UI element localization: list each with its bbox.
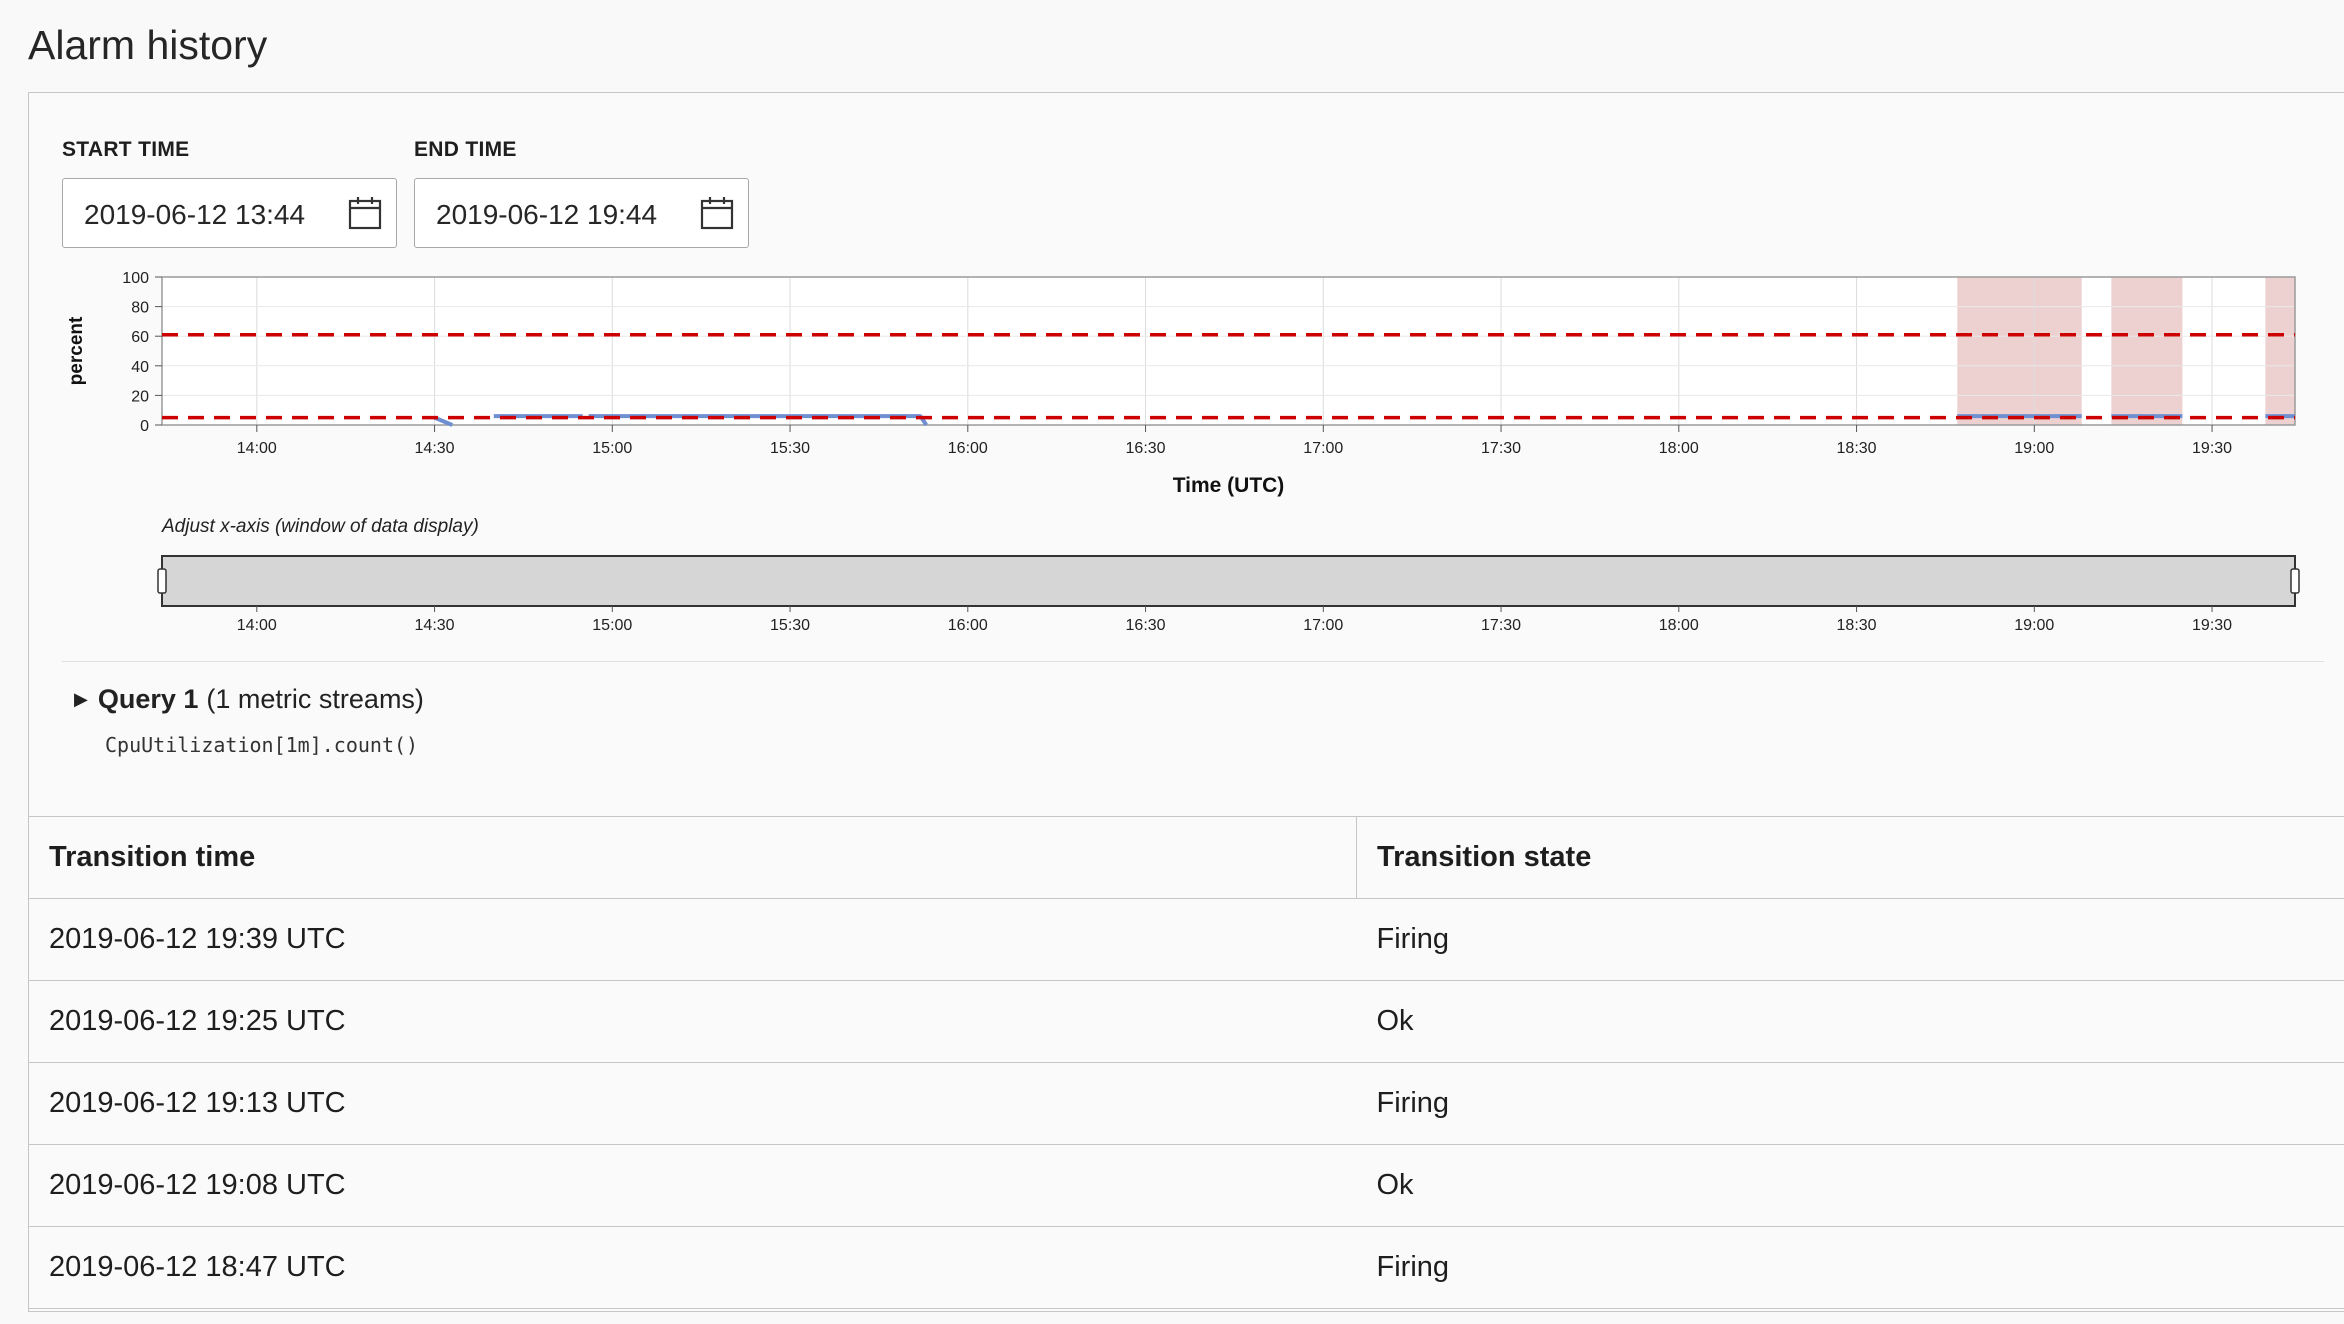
slider-tick-label: 15:00 — [592, 617, 632, 634]
y-tick-label: 0 — [140, 418, 149, 435]
table-row: 2019-06-12 19:08 UTC Ok — [28, 1144, 2344, 1227]
slider-tick-label: 16:30 — [1126, 617, 1166, 634]
slider-tick-label: 18:00 — [1659, 617, 1699, 634]
y-tick-label: 100 — [122, 270, 149, 287]
firing-band — [2111, 277, 2183, 425]
query-streams: (1 metric streams) — [206, 684, 424, 714]
metric-chart: 0 20 40 60 80 100 14:00 14:30 15:00 15:30 16:00 16:… — [66, 270, 2300, 634]
transition-time-cell: 2019-06-12 18:47 UTC — [28, 1226, 1357, 1309]
transition-state-cell: Firing — [1356, 1226, 2344, 1309]
transition-state-cell: Firing — [1356, 898, 2344, 981]
table-row: 2019-06-12 18:47 UTC Firing — [28, 1226, 2344, 1309]
divider — [62, 661, 2324, 662]
y-tick-label: 80 — [131, 300, 149, 317]
slider-tick-label: 14:30 — [415, 617, 455, 634]
x-tick-label: 18:00 — [1659, 440, 1699, 457]
slider-handle[interactable] — [2290, 568, 2300, 594]
x-tick-label: 19:00 — [2014, 440, 2054, 457]
x-tick-label: 15:00 — [592, 440, 632, 457]
transitions-table: Transition time Transition state 2019-06… — [28, 816, 2344, 1309]
firing-band — [2265, 277, 2295, 425]
transition-time-cell: 2019-06-12 19:25 UTC — [28, 980, 1357, 1063]
slider-tick-label: 19:30 — [2192, 617, 2232, 634]
query-expression: CpuUtilization[1m].count() — [105, 733, 419, 757]
transition-state-cell: Ok — [1356, 980, 2344, 1063]
x-tick-label: 17:00 — [1303, 440, 1343, 457]
slider-tick-label: 18:30 — [1837, 617, 1877, 634]
table-header-row: Transition time Transition state — [28, 816, 2344, 899]
query-toggle[interactable]: ▶ Query 1 (1 metric streams) — [74, 684, 424, 715]
y-tick-label: 20 — [131, 388, 149, 405]
x-tick-label: 15:30 — [770, 440, 810, 457]
x-tick-label: 16:30 — [1126, 440, 1166, 457]
x-axis-slider[interactable] — [161, 555, 2296, 607]
transition-time-cell: 2019-06-12 19:13 UTC — [28, 1062, 1357, 1145]
column-header-transition-state[interactable]: Transition state — [1356, 816, 2344, 899]
transition-state-cell: Ok — [1356, 1144, 2344, 1227]
firing-band — [1957, 277, 2082, 425]
x-tick-label: 14:30 — [415, 440, 455, 457]
x-axis-title: Time (UTC) — [1173, 474, 1285, 497]
slider-tick-label: 17:30 — [1481, 617, 1521, 634]
slider-tick-label: 17:00 — [1303, 617, 1343, 634]
query-name: Query 1 — [97, 684, 199, 714]
transition-state-cell: Firing — [1356, 1062, 2344, 1145]
transition-time-cell: 2019-06-12 19:08 UTC — [28, 1144, 1357, 1227]
table-row: 2019-06-12 19:25 UTC Ok — [28, 980, 2344, 1063]
expand-caret-icon: ▶ — [74, 689, 88, 709]
table-row: 2019-06-12 19:13 UTC Firing — [28, 1062, 2344, 1145]
slider-tick-label: 14:00 — [237, 617, 277, 634]
transition-time-cell: 2019-06-12 19:39 UTC — [28, 898, 1357, 981]
slider-handle[interactable] — [157, 568, 167, 594]
x-tick-label: 19:30 — [2192, 440, 2232, 457]
y-axis-title: percent — [66, 316, 87, 385]
x-tick-label: 17:30 — [1481, 440, 1521, 457]
table-row: 2019-06-12 19:39 UTC Firing — [28, 898, 2344, 981]
x-tick-label: 16:00 — [948, 440, 988, 457]
slider-tick-label: 16:00 — [948, 617, 988, 634]
y-tick-label: 40 — [131, 359, 149, 376]
column-header-transition-time[interactable]: Transition time — [28, 816, 1357, 899]
x-tick-label: 14:00 — [237, 440, 277, 457]
x-tick-label: 18:30 — [1837, 440, 1877, 457]
slider-tick-label: 15:30 — [770, 617, 810, 634]
slider-caption: Adjust x-axis (window of data display) — [161, 516, 479, 537]
y-tick-label: 60 — [131, 329, 149, 346]
slider-tick-label: 19:00 — [2014, 617, 2054, 634]
